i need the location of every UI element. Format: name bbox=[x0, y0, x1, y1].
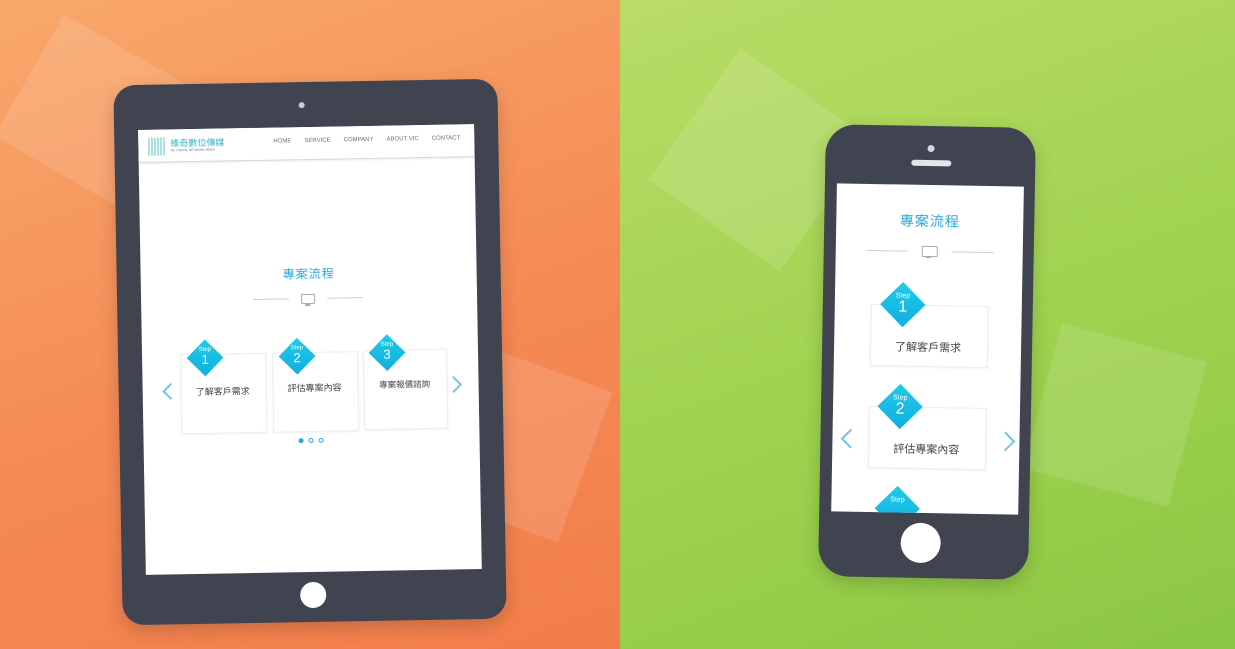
phone-home-button[interactable] bbox=[900, 522, 942, 564]
tablet-screen: 維奇數位傳媒 VIC DIGITAL NETWORK MEDIA HOME SE… bbox=[138, 124, 482, 575]
step-badge-text-3: Step 3 bbox=[372, 341, 402, 362]
title-divider-left bbox=[253, 298, 290, 300]
chevron-right-icon[interactable] bbox=[995, 431, 1016, 452]
pager-dot-2[interactable] bbox=[308, 437, 314, 444]
monitor-icon bbox=[921, 245, 938, 258]
tablet-camera bbox=[298, 102, 305, 109]
phone-divider-right bbox=[951, 251, 994, 254]
phone-screen: 專案流程 Step 1 了解客戶需求 Step 2 評估專案內容 Step bbox=[831, 183, 1024, 515]
tablet-device: 維奇數位傳媒 VIC DIGITAL NETWORK MEDIA HOME SE… bbox=[113, 78, 507, 626]
phone-section-title: 專案流程 bbox=[899, 213, 960, 231]
step-word: Step bbox=[890, 496, 905, 504]
step-number: 1 bbox=[898, 298, 908, 316]
main-menu: HOME SERVICE COMPANY ABOUT VIC CONTACT bbox=[273, 135, 460, 144]
title-divider-right bbox=[327, 297, 364, 299]
phone-speaker bbox=[911, 159, 952, 167]
step-number: 1 bbox=[201, 351, 209, 367]
phone-step-badge-text-1: Step 1 bbox=[885, 292, 921, 316]
logo-mark-icon bbox=[148, 137, 167, 156]
step-number: 3 bbox=[383, 346, 391, 362]
pager-dot-3[interactable] bbox=[318, 437, 324, 443]
phone-device: 專案流程 Step 1 了解客戶需求 Step 2 評估專案內容 Step bbox=[818, 124, 1036, 580]
step-badge-text-1: Step 1 bbox=[190, 347, 220, 367]
nav-about[interactable]: ABOUT VIC bbox=[386, 136, 418, 143]
phone-step-badge-text-2: Step 2 bbox=[882, 394, 918, 418]
phone-divider-left bbox=[865, 249, 908, 252]
step-number: 2 bbox=[895, 400, 905, 418]
phone-step-label: 了解客戶需求 bbox=[894, 340, 962, 355]
monitor-icon bbox=[300, 293, 316, 305]
tablet-home-button[interactable] bbox=[300, 581, 327, 609]
nav-company[interactable]: COMPANY bbox=[344, 137, 374, 144]
carousel-pager bbox=[298, 437, 324, 444]
section-title: 專案流程 bbox=[282, 266, 335, 282]
step-label: 評估專案內容 bbox=[287, 383, 342, 395]
pager-dot-1[interactable] bbox=[298, 438, 304, 444]
phone-step-label: 評估專案內容 bbox=[893, 442, 960, 457]
background-facet bbox=[1023, 323, 1207, 507]
tablet-navbar: 維奇數位傳媒 VIC DIGITAL NETWORK MEDIA HOME SE… bbox=[138, 124, 475, 163]
step-label: 了解客戶需求 bbox=[195, 387, 250, 399]
step-badge-text-2: Step 2 bbox=[282, 345, 312, 365]
nav-home[interactable]: HOME bbox=[273, 138, 291, 144]
chevron-left-icon[interactable] bbox=[840, 428, 861, 449]
site-logo[interactable]: 維奇數位傳媒 VIC DIGITAL NETWORK MEDIA bbox=[148, 134, 228, 157]
phone-camera bbox=[927, 144, 935, 153]
nav-contact[interactable]: CONTACT bbox=[432, 135, 461, 141]
step-label: 專案報價諮詢 bbox=[378, 379, 431, 391]
chevron-left-icon[interactable] bbox=[162, 382, 180, 400]
logo-subtitle: VIC DIGITAL NETWORK MEDIA bbox=[170, 147, 216, 153]
phone-step-badge-text-3: Step bbox=[879, 496, 915, 504]
step-number: 2 bbox=[293, 350, 301, 366]
nav-service[interactable]: SERVICE bbox=[304, 138, 330, 144]
